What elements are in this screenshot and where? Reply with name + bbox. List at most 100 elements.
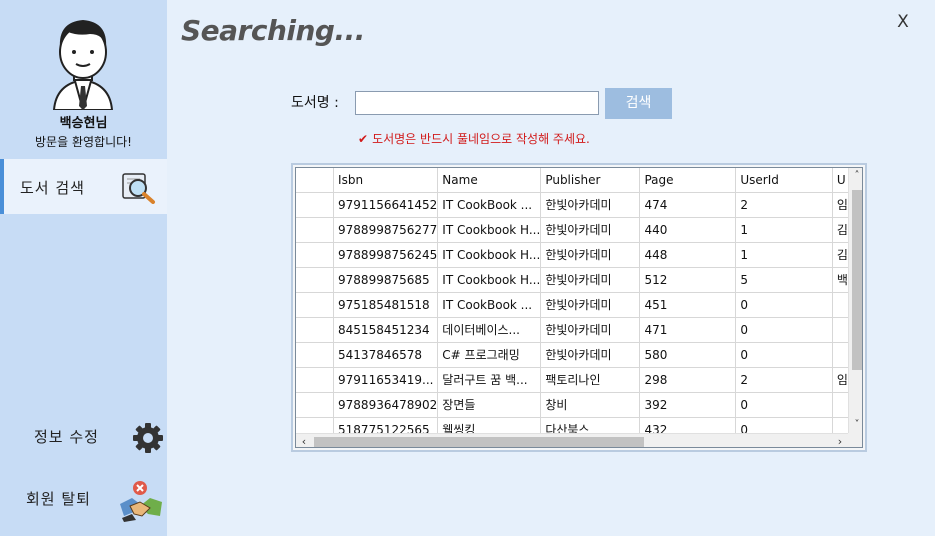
cell-isbn[interactable]: 9788998756277 — [333, 217, 439, 243]
cell-page[interactable]: 474 — [639, 192, 737, 218]
cell-name[interactable]: IT Cookbook H... — [437, 267, 542, 293]
cell-name[interactable]: 데이터베이스... — [437, 317, 542, 343]
cell-userid[interactable]: 2 — [735, 192, 833, 218]
cell-name[interactable]: IT Cookbook H... — [437, 242, 542, 268]
cell-page[interactable]: 448 — [639, 242, 737, 268]
book-table: Isbn Name Publisher Page UserId U 979115… — [296, 168, 862, 443]
welcome-text: 방문을 환영합니다! — [35, 135, 132, 149]
close-button[interactable]: X — [893, 12, 913, 34]
check-icon: ✔ — [358, 132, 369, 146]
user-name: 백승현님 — [59, 116, 108, 131]
nav-book-search[interactable]: 도서 검색 — [0, 159, 167, 214]
column-header-userid[interactable]: UserId — [735, 168, 833, 193]
row-header[interactable] — [296, 392, 335, 418]
cell-publisher[interactable]: 팩토리나인 — [540, 367, 641, 393]
column-header-isbn[interactable]: Isbn — [333, 168, 439, 193]
handshake-icon — [120, 481, 162, 522]
row-header[interactable] — [296, 292, 335, 318]
cell-isbn[interactable]: 9788998756245 — [333, 242, 439, 268]
cell-page[interactable]: 580 — [639, 342, 737, 368]
cell-page[interactable]: 512 — [639, 267, 737, 293]
cell-page[interactable]: 392 — [639, 392, 737, 418]
cell-name[interactable]: 장면들 — [437, 392, 542, 418]
cell-userid[interactable]: 1 — [735, 217, 833, 243]
cell-page[interactable]: 451 — [639, 292, 737, 318]
cell-publisher[interactable]: 한빛아카데미 — [540, 242, 641, 268]
cell-isbn[interactable]: 975185481518 — [333, 292, 439, 318]
cell-page[interactable]: 471 — [639, 317, 737, 343]
scroll-left-icon[interactable]: ‹ — [296, 434, 312, 447]
row-header[interactable] — [296, 317, 335, 343]
table-row[interactable]: 975185481518 IT CookBook ... 한빛아카데미 451 0 — [296, 292, 862, 318]
cell-publisher[interactable]: 창비 — [540, 392, 641, 418]
cell-name[interactable]: IT Cookbook H... — [437, 217, 542, 243]
cell-publisher[interactable]: 한빛아카데미 — [540, 192, 641, 218]
scroll-right-icon[interactable]: › — [832, 434, 848, 447]
row-header[interactable] — [296, 217, 335, 243]
nav-withdraw-label: 회원 탈퇴 — [26, 490, 91, 508]
cell-userid[interactable]: 0 — [735, 292, 833, 318]
cell-publisher[interactable]: 한빛아카데미 — [540, 342, 641, 368]
table-row[interactable]: 9791156641452 IT CookBook ... 한빛아카데미 474 2 임 — [296, 192, 862, 218]
column-header-publisher[interactable]: Publisher — [540, 168, 641, 193]
cell-name[interactable]: C# 프로그래밍 — [437, 342, 542, 368]
nav-book-search-label: 도서 검색 — [20, 179, 85, 197]
page-title: Searching... — [181, 14, 365, 47]
table-row[interactable]: 9788936478902 장면들 창비 392 0 — [296, 392, 862, 418]
table-row[interactable]: 9788998756277 IT Cookbook H... 한빛아카데미 440 1 김 — [296, 217, 862, 243]
sidebar: 백승현님 방문을 환영합니다! 도서 검색 정보 수정 회원 탈퇴 — [0, 0, 167, 536]
cell-isbn[interactable]: 54137846578 — [333, 342, 439, 368]
book-name-label: 도서명 : — [291, 95, 339, 111]
column-header-page[interactable]: Page — [639, 168, 737, 193]
cell-userid[interactable]: 0 — [735, 342, 833, 368]
horizontal-scrollbar[interactable]: ‹ › — [296, 433, 848, 447]
scroll-up-icon[interactable]: ˄ — [849, 168, 862, 184]
book-grid: Isbn Name Publisher Page UserId U 979115… — [291, 163, 867, 452]
cell-publisher[interactable]: 한빛아카데미 — [540, 217, 641, 243]
row-header[interactable] — [296, 267, 335, 293]
cell-publisher[interactable]: 한빛아카데미 — [540, 292, 641, 318]
cell-page[interactable]: 298 — [639, 367, 737, 393]
cell-userid[interactable]: 0 — [735, 317, 833, 343]
cell-publisher[interactable]: 한빛아카데미 — [540, 267, 641, 293]
avatar-icon — [52, 20, 114, 110]
cell-name[interactable]: 달러구트 꿈 백... — [437, 367, 542, 393]
cell-userid[interactable]: 5 — [735, 267, 833, 293]
magnifier-icon — [122, 173, 155, 204]
cell-publisher[interactable]: 한빛아카데미 — [540, 317, 641, 343]
nav-withdraw[interactable]: 회원 탈퇴 — [0, 472, 167, 522]
cell-isbn[interactable]: 97911653419... — [333, 367, 439, 393]
vertical-scrollbar[interactable]: ˄ ˅ — [848, 168, 862, 433]
scroll-down-icon[interactable]: ˅ — [849, 417, 862, 433]
row-header-corner — [296, 168, 335, 193]
cell-name[interactable]: IT CookBook ... — [437, 292, 542, 318]
cell-userid[interactable]: 1 — [735, 242, 833, 268]
cell-userid[interactable]: 0 — [735, 392, 833, 418]
search-button[interactable]: 검색 — [605, 88, 672, 119]
cell-name[interactable]: IT CookBook ... — [437, 192, 542, 218]
horizontal-scroll-thumb[interactable] — [314, 437, 644, 447]
row-header[interactable] — [296, 342, 335, 368]
table-row[interactable]: 845158451234 데이터베이스... 한빛아카데미 471 0 — [296, 317, 862, 343]
table-row[interactable]: 978899875685 IT Cookbook H... 한빛아카데미 512 5 백 — [296, 267, 862, 293]
cell-isbn[interactable]: 9788936478902 — [333, 392, 439, 418]
cell-page[interactable]: 440 — [639, 217, 737, 243]
cell-isbn[interactable]: 9791156641452 — [333, 192, 439, 218]
cell-isbn[interactable]: 978899875685 — [333, 267, 439, 293]
table-row[interactable]: 54137846578 C# 프로그래밍 한빛아카데미 580 0 — [296, 342, 862, 368]
row-header[interactable] — [296, 192, 335, 218]
column-header-name[interactable]: Name — [437, 168, 542, 193]
gear-icon — [133, 423, 163, 453]
cell-isbn[interactable]: 845158451234 — [333, 317, 439, 343]
table-row[interactable]: 97911653419... 달러구트 꿈 백... 팩토리나인 298 2 임 — [296, 367, 862, 393]
row-header[interactable] — [296, 242, 335, 268]
vertical-scroll-thumb[interactable] — [852, 190, 862, 370]
warning-text: 도서명은 반드시 풀네임으로 작성해 주세요. — [372, 132, 590, 146]
cell-userid[interactable]: 2 — [735, 367, 833, 393]
nav-edit-info[interactable]: 정보 수정 — [0, 412, 167, 462]
table-row[interactable]: 9788998756245 IT Cookbook H... 한빛아카데미 448 1 김 — [296, 242, 862, 268]
header-row: Isbn Name Publisher Page UserId U — [296, 168, 862, 193]
book-name-input[interactable] — [355, 91, 599, 115]
scrollbar-corner — [848, 433, 862, 447]
row-header[interactable] — [296, 367, 335, 393]
